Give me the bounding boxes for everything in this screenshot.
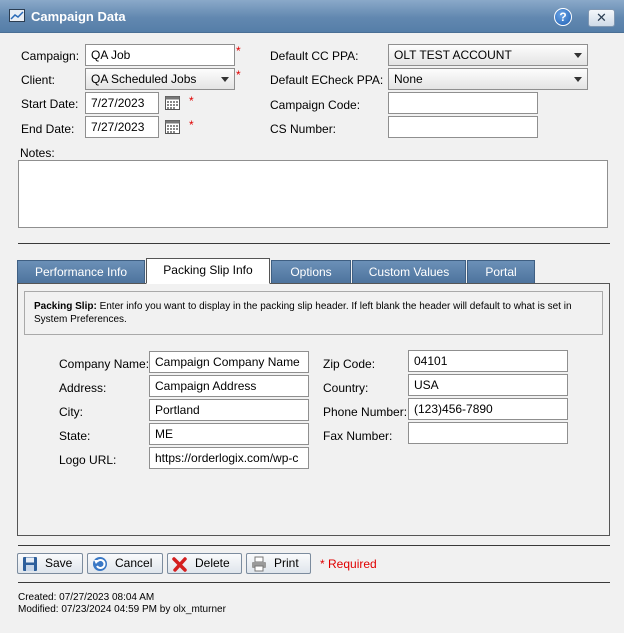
campaign-input[interactable]: QA Job [85, 44, 235, 66]
cs-number-label: CS Number: [270, 122, 337, 136]
logo-url-input[interactable]: https://orderlogix.com/wp-c [149, 447, 309, 469]
divider [18, 545, 610, 546]
required-marker: * [189, 94, 194, 108]
required-marker: * [189, 118, 194, 132]
fax-number-label: Fax Number: [323, 429, 393, 443]
tab-performance-info[interactable]: Performance Info [17, 260, 145, 284]
required-marker: * [236, 68, 241, 82]
delete-x-icon [172, 557, 187, 572]
end-date-input[interactable]: 7/27/2023 [85, 116, 159, 138]
country-input[interactable]: USA [408, 374, 568, 396]
modified-timestamp: Modified: 07/23/2024 04:59 PM by olx_mtu… [18, 604, 226, 615]
save-button[interactable]: Save [17, 553, 83, 574]
notes-label: Notes: [20, 146, 55, 160]
calendar-icon[interactable] [165, 120, 180, 134]
default-echeck-ppa-label: Default ECheck PPA: [270, 73, 384, 87]
company-name-input[interactable]: Campaign Company Name [149, 351, 309, 373]
client-label: Client: [21, 73, 56, 87]
tab-options[interactable]: Options [271, 260, 351, 284]
chevron-down-icon [221, 77, 229, 82]
campaign-code-label: Campaign Code: [270, 98, 361, 112]
start-date-input[interactable]: 7/27/2023 [85, 92, 159, 114]
logo-url-label: Logo URL: [59, 453, 117, 467]
start-date-label: Start Date: [21, 97, 79, 111]
city-input[interactable]: Portland [149, 399, 309, 421]
client-select-value: QA Scheduled Jobs [91, 72, 197, 86]
chevron-down-icon [574, 53, 582, 58]
chevron-down-icon [574, 77, 582, 82]
printer-icon [252, 556, 266, 572]
cs-number-input[interactable] [388, 116, 538, 138]
campaign-label: Campaign: [21, 49, 80, 63]
cancel-label: Cancel [115, 556, 153, 570]
zip-code-input[interactable]: 04101 [408, 350, 568, 372]
delete-button[interactable]: Delete [167, 553, 242, 574]
address-input[interactable]: Campaign Address [149, 375, 309, 397]
info-heading: Packing Slip: [34, 301, 97, 312]
title-bar: Campaign Data ? ✕ [0, 0, 624, 33]
notes-textarea[interactable] [18, 160, 608, 228]
fax-number-input[interactable] [408, 422, 568, 444]
default-cc-ppa-select[interactable]: OLT TEST ACCOUNT [388, 44, 588, 66]
divider [18, 582, 610, 583]
phone-number-input[interactable]: (123)456-7890 [408, 398, 568, 420]
required-marker: * [236, 44, 241, 58]
default-cc-ppa-label: Default CC PPA: [270, 49, 359, 63]
save-label: Save [45, 556, 73, 570]
address-label: Address: [59, 381, 107, 395]
cancel-button[interactable]: Cancel [87, 553, 163, 574]
phone-number-label: Phone Number: [323, 405, 408, 419]
packing-slip-info-box: Packing Slip: Enter info you want to dis… [24, 291, 603, 335]
tab-packing-slip-info[interactable]: Packing Slip Info [146, 258, 270, 284]
help-icon[interactable]: ? [554, 8, 572, 26]
country-label: Country: [323, 381, 369, 395]
city-label: City: [59, 405, 83, 419]
undo-icon [93, 557, 107, 571]
close-icon[interactable]: ✕ [588, 9, 615, 27]
save-icon [23, 557, 37, 571]
zip-code-label: Zip Code: [323, 357, 376, 371]
delete-label: Delete [195, 556, 230, 570]
default-echeck-ppa-select[interactable]: None [388, 68, 588, 90]
chart-window-icon [9, 9, 25, 22]
info-text: Enter info you want to display in the pa… [34, 301, 572, 325]
client-select[interactable]: QA Scheduled Jobs [85, 68, 235, 90]
window-title: Campaign Data [31, 9, 126, 24]
calendar-icon[interactable] [165, 96, 180, 110]
print-button[interactable]: Print [246, 553, 311, 574]
tab-custom-values[interactable]: Custom Values [352, 260, 466, 284]
divider [18, 243, 610, 244]
print-label: Print [274, 556, 299, 570]
default-echeck-ppa-value: None [394, 72, 423, 86]
company-name-label: Company Name: [59, 357, 150, 371]
campaign-code-input[interactable] [388, 92, 538, 114]
end-date-label: End Date: [21, 122, 75, 136]
created-timestamp: Created: 07/27/2023 08:04 AM [18, 592, 155, 603]
state-label: State: [59, 429, 91, 443]
state-input[interactable]: ME [149, 423, 309, 445]
default-cc-ppa-value: OLT TEST ACCOUNT [394, 48, 512, 62]
tab-portal[interactable]: Portal [467, 260, 535, 284]
required-note: * Required [320, 557, 377, 571]
